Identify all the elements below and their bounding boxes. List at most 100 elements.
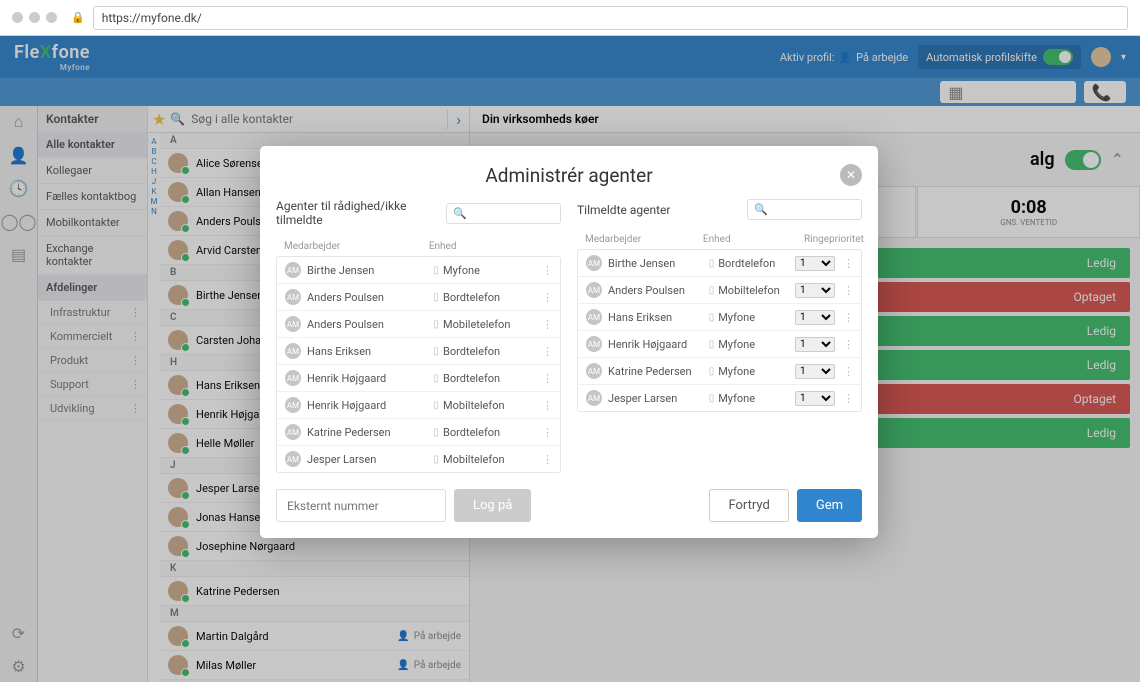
available-agents-column: Agenter til rådighed/ikke tilmeldte 🔍 Me… [276,199,561,473]
agent-row[interactable]: AMJesper Larsen▯Mobiltelefon⋮ [277,446,560,472]
agent-row[interactable]: AMKatrine Pedersen▯Bordtelefon⋮ [277,419,560,446]
avatar-badge: AM [285,262,301,278]
agent-row[interactable]: AMHans Eriksen▯Bordtelefon⋮ [277,338,560,365]
more-icon[interactable]: ⋮ [542,399,552,412]
avatar-badge: AM [285,289,301,305]
device-icon: ▯ [709,366,715,377]
agent-row[interactable]: AMHenrik Højgaard▯Mobiltelefon⋮ [277,392,560,419]
agent-name: Katrine Pedersen [307,426,434,439]
more-icon[interactable]: ⋮ [542,264,552,277]
external-number-input[interactable] [276,489,446,522]
more-icon[interactable]: ⋮ [843,257,853,270]
priority-select[interactable]: 1 [795,283,835,298]
agent-row[interactable]: AMHans Eriksen▯Myfone1⋮ [578,304,861,331]
device-icon: ▯ [434,346,440,357]
priority-select[interactable]: 1 [795,310,835,325]
avatar-badge: AM [285,424,301,440]
modal-title: Administrér agenter ✕ [260,146,878,199]
avatar-badge: AM [586,309,602,325]
device-icon: ▯ [434,292,440,303]
browser-chrome: 🔒 https://myfone.dk/ [0,0,1140,36]
agent-row[interactable]: AMHenrik Højgaard▯Bordtelefon⋮ [277,365,560,392]
avatar-badge: AM [285,343,301,359]
manage-agents-modal: Administrér agenter ✕ Agenter til rådigh… [260,146,878,538]
more-icon[interactable]: ⋮ [542,318,552,331]
more-icon[interactable]: ⋮ [843,365,853,378]
lock-icon: 🔒 [71,11,85,24]
device-icon: ▯ [434,427,440,438]
device-icon: ▯ [434,373,440,384]
enrolled-label: Tilmeldte agenter [577,203,739,217]
avatar-badge: AM [586,390,602,406]
avatar-badge: AM [285,397,301,413]
more-icon[interactable]: ⋮ [843,311,853,324]
device-icon: ▯ [709,393,715,404]
more-icon[interactable]: ⋮ [542,291,552,304]
more-icon[interactable]: ⋮ [542,426,552,439]
avatar-badge: AM [586,363,602,379]
priority-select[interactable]: 1 [795,391,835,406]
cancel-button[interactable]: Fortryd [709,489,788,522]
search-icon: 🔍 [453,207,467,220]
agent-name: Jesper Larsen [307,453,434,466]
avatar-badge: AM [285,370,301,386]
enrolled-search[interactable]: 🔍 [747,199,862,220]
agent-name: Anders Poulsen [307,291,434,304]
window-controls [12,12,57,23]
col-employee: Medarbejder [284,241,429,252]
agent-name: Henrik Højgaard [307,372,434,385]
agent-name: Birthe Jensen [608,257,709,270]
col-device: Enhed [429,241,553,252]
close-icon[interactable]: ✕ [840,164,862,186]
device-icon: ▯ [709,339,715,350]
device-icon: ▯ [434,319,440,330]
avatar-badge: AM [586,336,602,352]
available-label: Agenter til rådighed/ikke tilmeldte [276,199,438,227]
agent-row[interactable]: AMBirthe Jensen▯Bordtelefon1⋮ [578,250,861,277]
url-bar[interactable]: https://myfone.dk/ [93,6,1128,30]
agent-row[interactable]: AMAnders Poulsen▯Mobiletelefon⋮ [277,311,560,338]
priority-select[interactable]: 1 [795,364,835,379]
agent-row[interactable]: AMHenrik Højgaard▯Myfone1⋮ [578,331,861,358]
device-icon: ▯ [434,265,440,276]
save-button[interactable]: Gem [797,489,862,522]
device-icon: ▯ [709,258,715,269]
col-priority: Ringeprioritet [804,234,854,245]
search-icon: 🔍 [754,203,768,216]
avatar-badge: AM [586,282,602,298]
more-icon[interactable]: ⋮ [843,284,853,297]
device-icon: ▯ [434,400,440,411]
agent-name: Jesper Larsen [608,392,709,405]
agent-name: Anders Poulsen [608,284,709,297]
enrolled-agents-column: Tilmeldte agenter 🔍 Medarbejder Enhed Ri… [577,199,862,473]
logon-button[interactable]: Log på [454,489,531,522]
more-icon[interactable]: ⋮ [542,372,552,385]
more-icon[interactable]: ⋮ [542,453,552,466]
agent-name: Birthe Jensen [307,264,434,277]
device-icon: ▯ [434,454,440,465]
device-icon: ▯ [709,312,715,323]
agent-row[interactable]: AMKatrine Pedersen▯Myfone1⋮ [578,358,861,385]
agent-name: Henrik Højgaard [608,338,709,351]
agent-name: Henrik Højgaard [307,399,434,412]
agent-row[interactable]: AMAnders Poulsen▯Bordtelefon⋮ [277,284,560,311]
priority-select[interactable]: 1 [795,337,835,352]
more-icon[interactable]: ⋮ [843,338,853,351]
device-icon: ▯ [709,285,715,296]
more-icon[interactable]: ⋮ [542,345,552,358]
avatar-badge: AM [285,316,301,332]
avatar-badge: AM [285,451,301,467]
agent-name: Anders Poulsen [307,318,434,331]
agent-row[interactable]: AMBirthe Jensen▯Myfone⋮ [277,257,560,284]
priority-select[interactable]: 1 [795,256,835,271]
agent-name: Katrine Pedersen [608,365,709,378]
more-icon[interactable]: ⋮ [843,392,853,405]
avatar-badge: AM [586,255,602,271]
agent-name: Hans Eriksen [307,345,434,358]
agent-row[interactable]: AMJesper Larsen▯Myfone1⋮ [578,385,861,411]
agent-row[interactable]: AMAnders Poulsen▯Mobiltelefon1⋮ [578,277,861,304]
col-employee: Medarbejder [585,234,703,245]
col-device: Enhed [703,234,804,245]
agent-name: Hans Eriksen [608,311,709,324]
available-search[interactable]: 🔍 [446,203,561,224]
